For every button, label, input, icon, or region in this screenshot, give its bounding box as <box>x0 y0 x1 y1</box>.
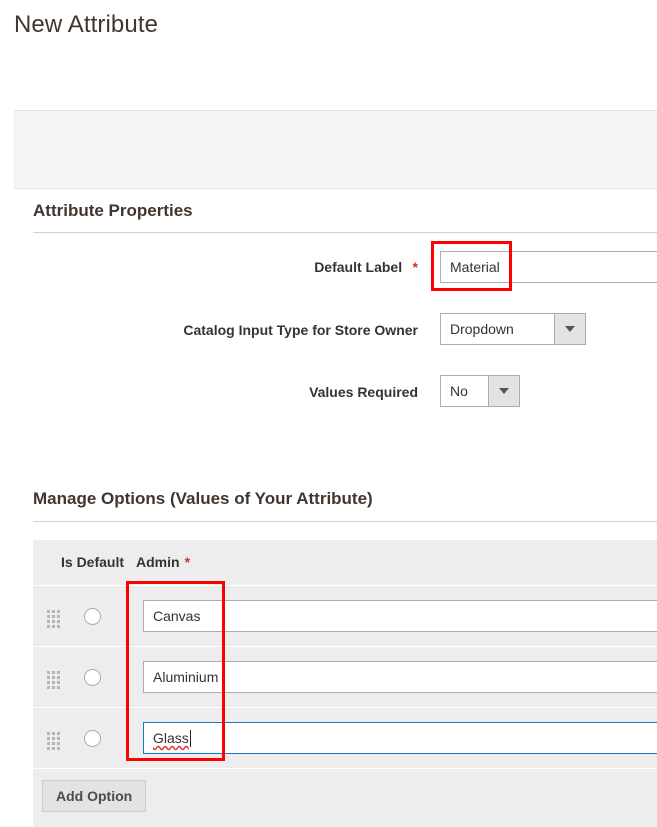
field-row-default-label: Default Label * Material <box>0 250 657 284</box>
option-admin-input-focused[interactable]: Glass <box>143 722 657 754</box>
catalog-input-type-label: Catalog Input Type for Store Owner <box>183 322 418 338</box>
default-label-label: Default Label <box>314 259 403 275</box>
field-row-values-required: Values Required No <box>0 375 657 409</box>
default-label-label-wrap: Default Label * <box>0 250 418 284</box>
catalog-input-type-label-wrap: Catalog Input Type for Store Owner <box>0 313 418 347</box>
values-required-label-wrap: Values Required <box>0 375 418 409</box>
option-admin-value: Glass <box>153 730 189 746</box>
default-label-required-marker: * <box>412 259 418 275</box>
option-admin-input[interactable]: Canvas <box>143 600 657 632</box>
catalog-input-type-select-value: Dropdown <box>450 321 514 337</box>
options-table: Is Default Admin * Canvas Aluminium Glass <box>33 540 657 827</box>
chevron-down-icon <box>488 376 519 406</box>
values-required-select-value: No <box>450 383 468 399</box>
table-row: Glass <box>33 707 657 768</box>
options-table-header: Is Default Admin * <box>33 540 657 585</box>
table-row: Aluminium <box>33 646 657 707</box>
catalog-input-type-select[interactable]: Dropdown <box>440 313 586 345</box>
default-label-input[interactable]: Material <box>440 251 657 283</box>
values-required-select[interactable]: No <box>440 375 520 407</box>
is-default-radio[interactable] <box>84 669 101 686</box>
drag-handle-icon[interactable] <box>47 732 60 750</box>
column-header-is-default: Is Default <box>61 554 125 570</box>
attribute-properties-heading: Attribute Properties <box>33 201 193 220</box>
table-row: Canvas <box>33 585 657 646</box>
attribute-properties-divider <box>33 232 657 233</box>
values-required-label: Values Required <box>309 384 418 400</box>
chevron-down-icon <box>554 314 585 344</box>
column-header-admin-required-marker: * <box>184 554 191 570</box>
drag-handle-icon[interactable] <box>47 671 60 689</box>
page-title: New Attribute <box>14 11 159 38</box>
field-row-catalog-input-type: Catalog Input Type for Store Owner Dropd… <box>0 313 657 347</box>
top-empty-panel <box>14 110 657 189</box>
manage-options-heading: Manage Options (Values of Your Attribute… <box>33 489 373 508</box>
options-table-footer: Add Option <box>33 768 657 827</box>
option-admin-input[interactable]: Aluminium <box>143 661 657 693</box>
manage-options-divider <box>33 521 657 522</box>
text-cursor <box>189 730 191 747</box>
column-header-admin-label: Admin <box>136 554 180 570</box>
is-default-radio[interactable] <box>84 608 101 625</box>
option-admin-value: Aluminium <box>153 669 219 685</box>
column-header-admin: Admin * <box>136 540 190 585</box>
drag-handle-icon[interactable] <box>47 610 60 628</box>
add-option-button[interactable]: Add Option <box>42 780 147 812</box>
option-admin-value: Canvas <box>153 608 201 624</box>
is-default-radio[interactable] <box>84 730 101 747</box>
